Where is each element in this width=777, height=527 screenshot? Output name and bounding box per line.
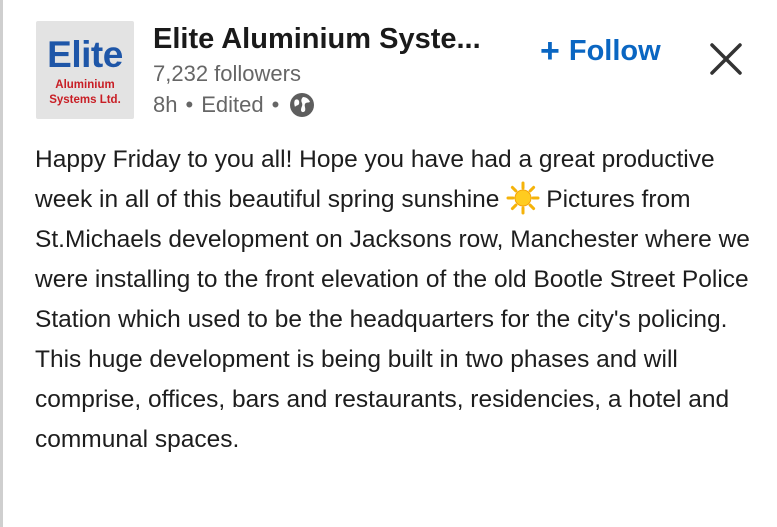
globe-icon (289, 92, 315, 118)
post-meta: 8h • Edited • (153, 91, 315, 119)
post-text: Happy Friday to you all! Hope you have h… (35, 140, 765, 460)
logo-line-1: Aluminium (55, 79, 115, 91)
company-name[interactable]: Elite Aluminium Syste... (153, 22, 481, 56)
meta-separator: • (271, 92, 280, 117)
post-header: Elite Aluminium Systems Ltd. Elite Alumi… (0, 0, 777, 130)
logo-wordmark: Elite (47, 34, 123, 75)
edited-label: Edited (201, 92, 264, 117)
sun-icon (506, 181, 540, 215)
post-time: 8h (153, 92, 178, 117)
company-logo[interactable]: Elite Aluminium Systems Ltd. (36, 21, 134, 119)
meta-separator: • (185, 92, 194, 117)
logo-line-2: Systems Ltd. (49, 94, 121, 106)
post-text-part-2: Pictures from St.Michaels development on… (35, 186, 750, 453)
follow-button[interactable]: + Follow (540, 30, 661, 72)
close-icon (710, 43, 742, 75)
plus-icon: + (540, 32, 560, 70)
follow-label: Follow (568, 34, 661, 67)
close-button[interactable] (706, 39, 746, 79)
follower-count: 7,232 followers (153, 61, 301, 86)
